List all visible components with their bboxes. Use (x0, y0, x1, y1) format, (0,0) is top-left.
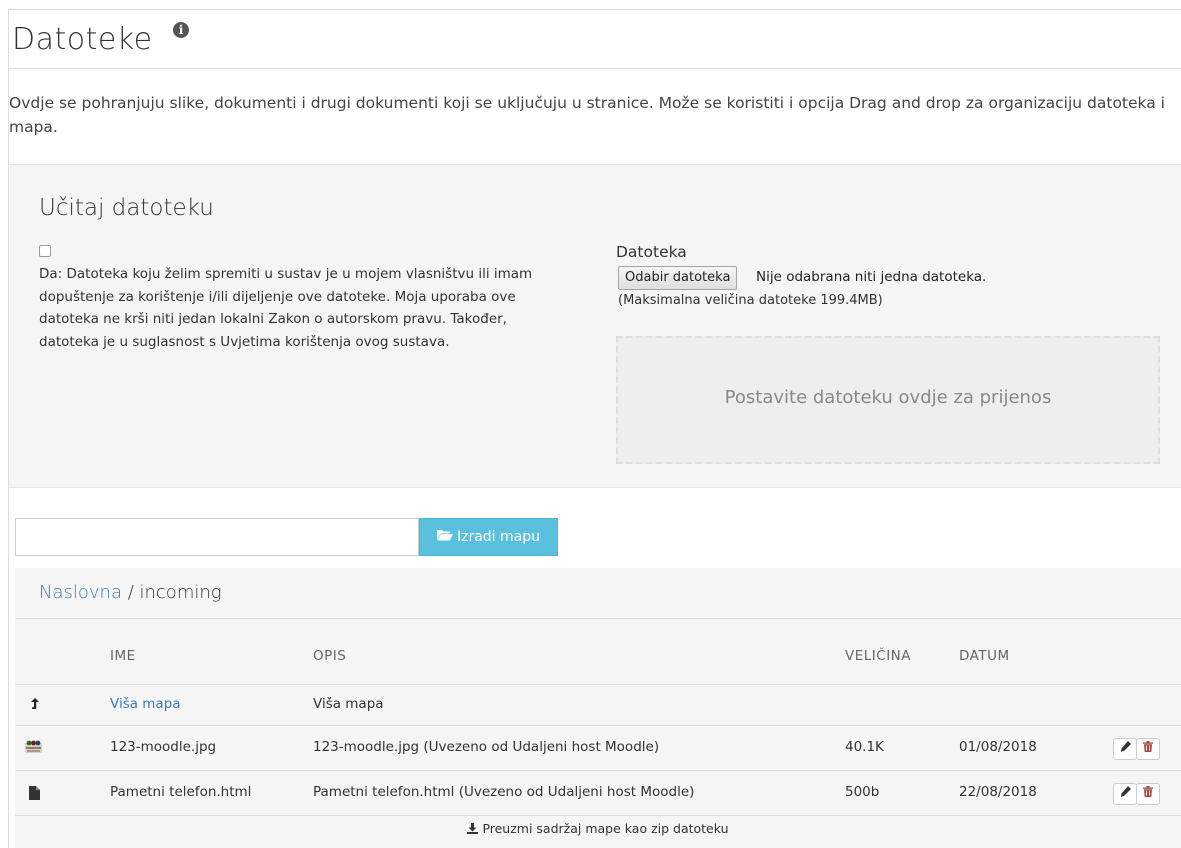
breadcrumb-home-link[interactable]: Naslovna (39, 582, 122, 603)
column-header-date: DATUM (959, 648, 1010, 664)
page-header: Datoteke i (9, 10, 1181, 69)
dropzone-text: Postavite datoteku ovdje za prijenos (724, 387, 1052, 408)
pencil-icon (1120, 786, 1131, 797)
column-header-name: IME (110, 648, 136, 664)
file-label: Datoteka (616, 243, 687, 261)
breadcrumb: Naslovna / incoming (39, 582, 222, 603)
upload-panel: Učitaj datoteku Da: Datoteka koju želim … (9, 164, 1181, 488)
create-folder-label: Izradi mapu (456, 529, 540, 545)
download-zip-label: Preuzmi sadržaj mape kao zip datoteku (482, 821, 729, 836)
trash-icon (1143, 741, 1153, 752)
file-description: Pametni telefon.html (Uvezeno od Udaljen… (313, 784, 695, 800)
trash-icon (1143, 786, 1153, 797)
edit-button[interactable] (1113, 783, 1137, 805)
table-row-parent[interactable]: Viša mapa Viša mapa (15, 685, 1181, 726)
parent-folder-description: Viša mapa (313, 696, 384, 712)
folder-open-icon (436, 520, 453, 556)
file-size: 500b (845, 784, 880, 800)
page-title: Datoteke (12, 22, 153, 57)
folder-name-input[interactable] (15, 518, 419, 556)
file-icon (29, 785, 40, 800)
file-name[interactable]: 123-moodle.jpg (110, 739, 216, 755)
files-page: Datoteke i Ovdje se pohranjuju slike, do… (9, 10, 1181, 848)
delete-button[interactable] (1136, 783, 1160, 805)
breadcrumb-divider (15, 618, 1181, 619)
file-date: 01/08/2018 (959, 739, 1037, 755)
file-date: 22/08/2018 (959, 784, 1037, 800)
table-header: IME OPIS VELIČINA DATUM (15, 620, 1181, 685)
info-icon[interactable]: i (173, 22, 189, 38)
max-size-text: (Maksimalna veličina datoteke 199.4MB) (618, 293, 883, 308)
breadcrumb-separator: / (121, 582, 140, 603)
upload-title: Učitaj datoteku (39, 195, 214, 221)
download-icon (467, 823, 479, 834)
parent-folder-link[interactable]: Viša mapa (110, 696, 181, 712)
terms-checkbox[interactable] (39, 245, 51, 257)
image-thumbnail-icon (25, 737, 42, 755)
table-row: 123-moodle.jpg 123-moodle.jpg (Uvezeno o… (15, 726, 1181, 771)
terms-text: Da: Datoteka koju želim spremiti u susta… (39, 266, 533, 350)
breadcrumb-current: incoming (139, 582, 222, 603)
level-up-icon (31, 698, 39, 714)
file-size: 40.1K (845, 739, 884, 755)
files-table: IME OPIS VELIČINA DATUM Viša mapa Viša m… (15, 620, 1181, 846)
column-header-size: VELIČINA (845, 648, 912, 664)
page-description: Ovdje se pohranjuju slike, dokumenti i d… (9, 94, 1165, 136)
download-zip-link[interactable]: Preuzmi sadržaj mape kao zip datoteku (15, 821, 1181, 836)
table-row: Pametni telefon.html Pametni telefon.htm… (15, 771, 1181, 816)
choose-file-button[interactable]: Odabir datoteka (618, 266, 738, 290)
file-browser: Naslovna / incoming IME OPIS VELIČINA DA… (15, 568, 1181, 848)
column-header-description: OPIS (313, 648, 347, 664)
file-name[interactable]: Pametni telefon.html (110, 784, 251, 800)
edit-button[interactable] (1113, 738, 1137, 760)
file-description: 123-moodle.jpg (Uvezeno od Udaljeni host… (313, 739, 660, 755)
no-file-text: Nije odabrana niti jedna datoteka. (756, 269, 987, 285)
pencil-icon (1120, 741, 1131, 752)
delete-button[interactable] (1136, 738, 1160, 760)
dropzone[interactable]: Postavite datoteku ovdje za prijenos (616, 336, 1160, 464)
create-folder-button[interactable]: Izradi mapu (419, 518, 558, 556)
zip-row: Preuzmi sadržaj mape kao zip datoteku (15, 816, 1181, 846)
